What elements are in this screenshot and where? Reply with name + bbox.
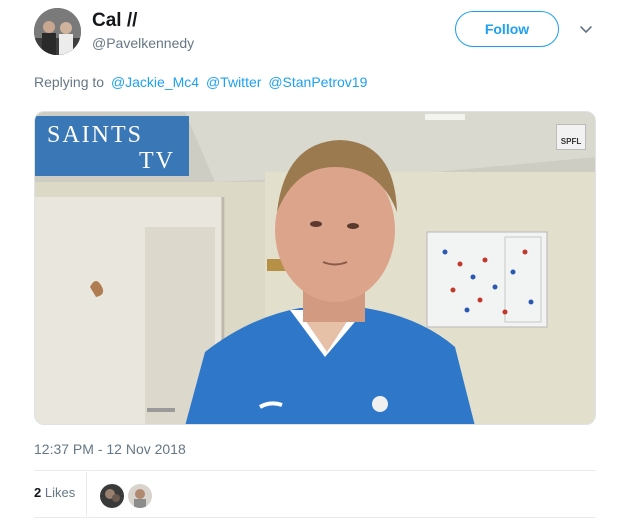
divider	[34, 470, 596, 471]
chevron-down-icon[interactable]	[578, 21, 594, 37]
likes-label: Likes	[44, 485, 76, 500]
saints-tv-line2: TV	[139, 148, 175, 174]
likes-stat[interactable]: 2 Likes	[34, 485, 75, 500]
reply-prefix: Replying to	[34, 74, 105, 90]
saints-tv-line1: SAINTS	[47, 122, 144, 148]
spfl-badge: SPFL	[556, 124, 586, 150]
tweet-media[interactable]: SAINTS TV SPFL	[34, 111, 596, 425]
mention-link[interactable]: @StanPetrov19	[268, 74, 367, 90]
likes-count: 2	[34, 485, 42, 500]
follow-button[interactable]: Follow	[455, 11, 559, 47]
mention-link[interactable]: @Twitter	[206, 74, 261, 90]
liker-avatar[interactable]	[100, 484, 124, 508]
reply-context: Replying to @Jackie_Mc4 @Twitter @StanPe…	[34, 74, 367, 90]
mention-link[interactable]: @Jackie_Mc4	[111, 74, 199, 90]
tweet-timestamp[interactable]: 12:37 PM - 12 Nov 2018	[34, 441, 186, 457]
saints-tv-logo: SAINTS TV	[35, 116, 189, 176]
stat-separator	[86, 472, 87, 516]
author-display-name[interactable]: Cal //	[92, 10, 137, 32]
author-handle[interactable]: @Pavelkennedy	[92, 35, 194, 51]
author-avatar[interactable]	[34, 8, 81, 55]
divider	[34, 517, 596, 518]
liker-avatar[interactable]	[128, 484, 152, 508]
